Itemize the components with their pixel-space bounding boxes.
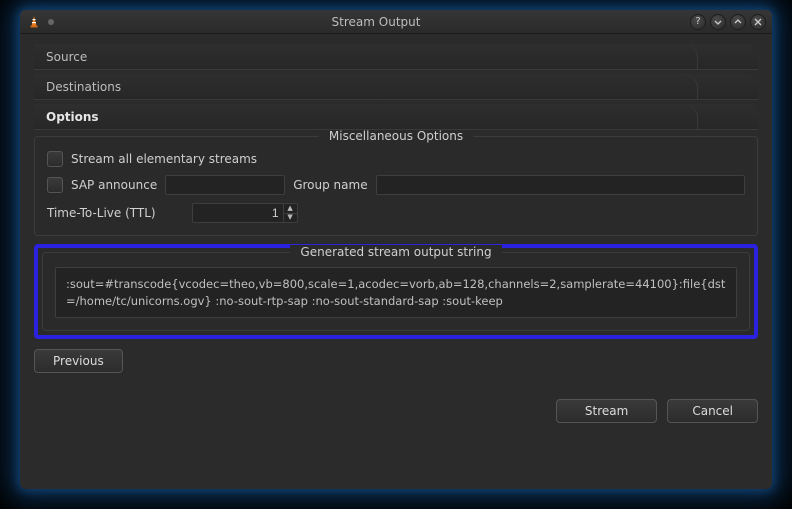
group-name-input[interactable]: [376, 175, 745, 195]
sap-announce-checkbox[interactable]: [47, 177, 63, 193]
ttl-step-down[interactable]: ▼: [284, 214, 297, 223]
group-name-label: Group name: [293, 178, 367, 192]
misc-options-group: Miscellaneous Options Stream all element…: [34, 136, 758, 236]
tab-label: Destinations: [46, 80, 121, 94]
modified-indicator-icon: [48, 19, 54, 25]
tab-label: Source: [46, 50, 87, 64]
generated-output-string[interactable]: :sout=#transcode{vcodec=theo,vb=800,scal…: [55, 267, 737, 318]
generated-string-highlight: Generated stream output string :sout=#tr…: [34, 244, 758, 339]
help-button[interactable]: ?: [690, 14, 706, 30]
ttl-value-input[interactable]: [193, 204, 283, 222]
titlebar: Stream Output ?: [20, 10, 772, 34]
stream-button[interactable]: Stream: [556, 399, 657, 423]
button-label: Stream: [585, 404, 628, 418]
tab-source[interactable]: Source: [34, 44, 758, 70]
stream-all-label: Stream all elementary streams: [71, 152, 257, 166]
maximize-button[interactable]: [730, 14, 746, 30]
minimize-button[interactable]: [710, 14, 726, 30]
dialog-window: Stream Output ? Source Destinations Opti…: [20, 10, 772, 489]
ttl-label: Time-To-Live (TTL): [47, 206, 156, 220]
button-label: Cancel: [692, 404, 733, 418]
ttl-step-up[interactable]: ▲: [284, 204, 297, 214]
generated-string-group: Generated stream output string :sout=#tr…: [42, 252, 750, 331]
misc-legend: Miscellaneous Options: [319, 129, 473, 143]
ttl-spinbox[interactable]: ▲ ▼: [192, 203, 298, 223]
button-label: Previous: [53, 354, 104, 368]
close-button[interactable]: [750, 14, 766, 30]
previous-button[interactable]: Previous: [34, 349, 123, 373]
generated-legend: Generated stream output string: [290, 245, 501, 259]
stream-all-checkbox[interactable]: [47, 151, 63, 167]
vlc-cone-icon: [26, 14, 42, 30]
sap-announce-label: SAP announce: [71, 178, 157, 192]
window-title: Stream Output: [62, 15, 690, 29]
tab-destinations[interactable]: Destinations: [34, 74, 758, 100]
sap-announce-input[interactable]: [165, 175, 285, 195]
cancel-button[interactable]: Cancel: [667, 399, 758, 423]
tab-label: Options: [46, 110, 99, 124]
tab-options[interactable]: Options: [34, 104, 758, 130]
